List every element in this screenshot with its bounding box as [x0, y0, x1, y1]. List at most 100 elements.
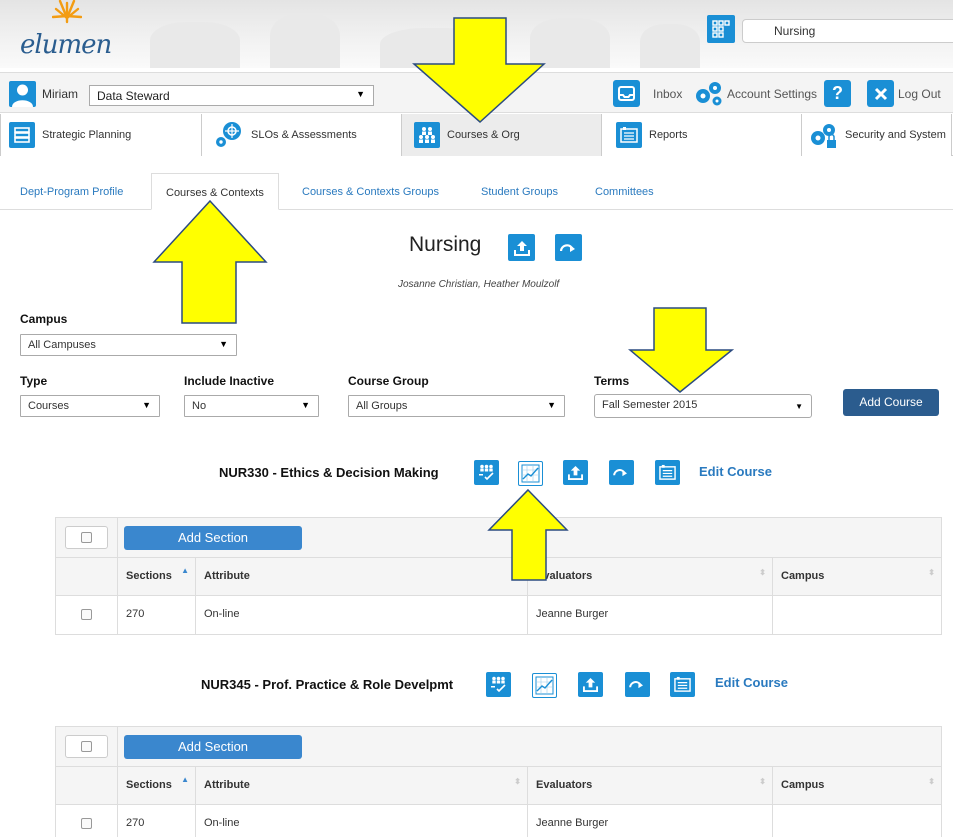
table-toolbar: Add Section [56, 727, 941, 767]
cell-attribute: On-line [196, 805, 528, 837]
select-all-button[interactable] [65, 735, 108, 758]
terms-label: Terms [594, 374, 630, 388]
tab-reports[interactable]: Reports [602, 114, 802, 156]
header-evaluators[interactable]: Evaluators ⬍ [528, 767, 773, 804]
workflow-arrow-icon[interactable] [555, 234, 582, 261]
edit-course-link[interactable]: Edit Course [699, 464, 772, 479]
subtab-courses-contexts[interactable]: Courses & Contexts [151, 173, 279, 210]
header-evaluators[interactable]: Evaluators ⬍ [528, 558, 773, 595]
chart-icon[interactable] [518, 461, 543, 486]
upload-icon[interactable] [508, 234, 535, 261]
subtab-student-groups[interactable]: Student Groups [481, 173, 558, 210]
row-checkbox[interactable] [81, 609, 92, 620]
tab-strategic-planning[interactable]: Strategic Planning [0, 114, 202, 156]
report-list-icon[interactable] [655, 460, 680, 485]
header-label: Evaluators [536, 570, 593, 582]
user-name: Miriam [42, 87, 78, 101]
select-all-checkbox[interactable] [81, 741, 92, 752]
header-label: Campus [781, 779, 825, 791]
table-header: Sections ▲ Attribute ⬍ Evaluators ⬍ Camp… [56, 767, 941, 805]
header-banner: elumen Nursing [0, 0, 953, 68]
chevron-down-icon: ▼ [142, 400, 151, 410]
select-all-checkbox[interactable] [81, 532, 92, 543]
chart-icon[interactable] [532, 673, 557, 698]
subtab-committees[interactable]: Committees [595, 173, 654, 210]
subtab-dept-program-profile[interactable]: Dept-Program Profile [20, 173, 123, 210]
upload-icon[interactable] [578, 672, 603, 697]
annotation-arrow-up [152, 199, 268, 324]
header-campus[interactable]: Campus ⬍ [773, 558, 941, 595]
role-select-value: Data Steward [97, 89, 170, 103]
help-glyph: ? [832, 83, 843, 103]
include-inactive-select[interactable]: No ▼ [184, 395, 319, 417]
sort-icon: ⬍ [928, 568, 935, 577]
campus-select[interactable]: All Campuses ▼ [20, 334, 237, 356]
page-subtitle: Josanne Christian, Heather Moulzolf [398, 279, 560, 290]
elumen-logo[interactable]: elumen [20, 30, 112, 60]
gears-icon[interactable] [693, 79, 725, 108]
type-select[interactable]: Courses ▼ [20, 395, 160, 417]
report-list-icon[interactable] [670, 672, 695, 697]
course-title: NUR330 - Ethics & Decision Making [219, 465, 439, 480]
roster-icon[interactable] [474, 460, 499, 485]
logout-close-icon[interactable] [867, 80, 894, 107]
subtab-courses-contexts-groups[interactable]: Courses & Contexts Groups [302, 173, 439, 210]
header-checkbox-col [56, 558, 118, 595]
row-checkbox[interactable] [81, 818, 92, 829]
course-title: NUR345 - Prof. Practice & Role Develpmt [201, 677, 454, 692]
cell-section[interactable]: 270 [118, 596, 196, 634]
table-row: 270 On-line Jeanne Burger [56, 805, 941, 837]
course-group-value: All Groups [356, 400, 408, 412]
tab-security-system[interactable]: Security and System [802, 114, 952, 156]
table-toolbar: Add Section [56, 518, 941, 558]
add-course-button[interactable]: Add Course [843, 389, 939, 416]
upload-icon[interactable] [563, 460, 588, 485]
role-select[interactable]: Data Steward ▼ [89, 85, 374, 106]
cell-attribute: On-line [196, 596, 528, 634]
header-campus[interactable]: Campus ⬍ [773, 767, 941, 804]
terms-select[interactable]: Fall Semester 2015 ▼ [594, 394, 812, 418]
workflow-arrow-icon[interactable] [625, 672, 650, 697]
header-checkbox-col [56, 767, 118, 804]
chevron-down-icon: ▼ [795, 402, 803, 411]
inbox-label[interactable]: Inbox [653, 87, 682, 101]
row-checkbox-cell [56, 596, 118, 634]
select-all-button[interactable] [65, 526, 108, 549]
header-attribute[interactable]: Attribute [196, 558, 528, 595]
add-section-button[interactable]: Add Section [124, 526, 302, 550]
account-settings-label[interactable]: Account Settings [727, 87, 817, 101]
security-icon [808, 120, 838, 150]
header-sections[interactable]: Sections ▲ [118, 558, 196, 595]
department-grid-icon[interactable] [707, 15, 735, 43]
cell-section[interactable]: 270 [118, 805, 196, 837]
sub-nav: Dept-Program Profile Courses & Contexts … [0, 173, 953, 210]
header-attribute[interactable]: Attribute ⬍ [196, 767, 528, 804]
roster-icon[interactable] [486, 672, 511, 697]
chevron-down-icon: ▼ [301, 400, 310, 410]
workflow-arrow-icon[interactable] [609, 460, 634, 485]
inbox-icon[interactable] [613, 80, 640, 107]
annotation-arrow-down [628, 307, 734, 393]
sort-icon: ⬍ [759, 777, 766, 786]
cell-campus [773, 596, 941, 634]
campus-select-value: All Campuses [28, 339, 96, 351]
add-section-button[interactable]: Add Section [124, 735, 302, 759]
tab-courses-org[interactable]: Courses & Org [402, 114, 602, 156]
type-label: Type [20, 374, 48, 388]
strategic-planning-icon [9, 122, 35, 148]
include-inactive-label: Include Inactive [184, 374, 275, 388]
tab-slos-assessments[interactable]: SLOs & Assessments [202, 114, 402, 156]
course-group-select[interactable]: All Groups ▼ [348, 395, 565, 417]
department-field[interactable]: Nursing [742, 19, 953, 43]
chevron-down-icon: ▼ [219, 339, 228, 349]
sun-logo-icon [52, 0, 82, 24]
edit-course-link[interactable]: Edit Course [715, 675, 788, 690]
reports-icon [616, 122, 642, 148]
logout-label[interactable]: Log Out [898, 87, 941, 101]
table-header: Sections ▲ Attribute Evaluators ⬍ Campus… [56, 558, 941, 596]
header-sections[interactable]: Sections ▲ [118, 767, 196, 804]
user-avatar-icon[interactable] [9, 81, 36, 107]
header-label: Evaluators [536, 779, 593, 791]
help-icon[interactable]: ? [824, 80, 851, 107]
terms-select-value: Fall Semester 2015 [602, 399, 698, 411]
